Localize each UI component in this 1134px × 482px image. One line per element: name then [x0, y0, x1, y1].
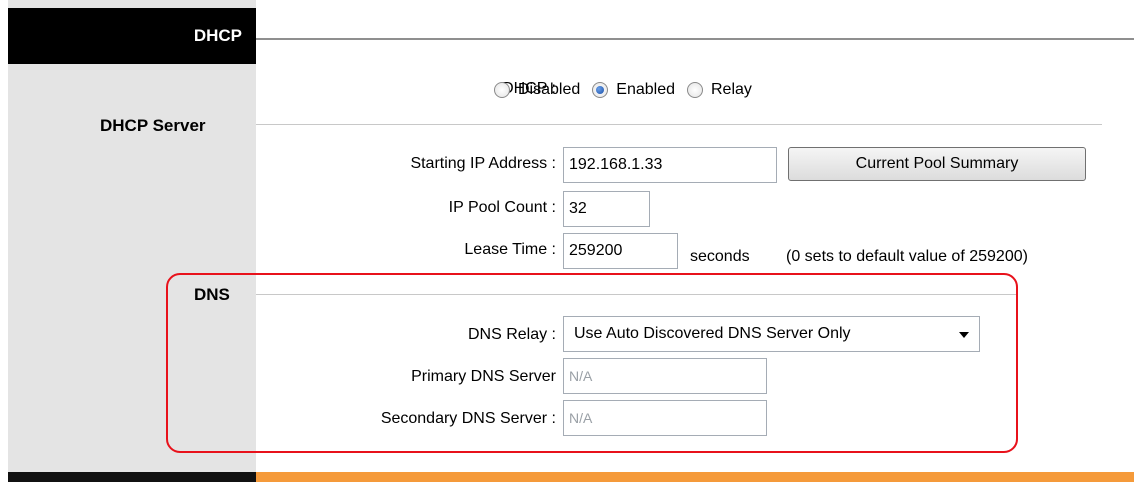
footer-accent-bar	[256, 472, 1134, 482]
dhcp-relay-label[interactable]: Relay	[711, 81, 752, 99]
footer-left-bar	[8, 472, 256, 482]
dhcp-enabled-label[interactable]: Enabled	[616, 81, 675, 99]
dhcp-server-title: DHCP Server	[100, 116, 206, 135]
section-header-title: DHCP	[193, 26, 242, 45]
dns-highlight-box	[166, 273, 1018, 453]
section-header-bar: DHCP	[8, 8, 256, 64]
dhcp-mode-radio-group: Disabled Enabled Relay	[482, 76, 752, 104]
dhcp-enabled-radio[interactable]	[592, 82, 609, 98]
lease-time-input[interactable]: 259200	[563, 233, 678, 269]
lease-time-label: Lease Time :	[464, 241, 556, 258]
lease-time-unit: seconds	[690, 248, 750, 265]
ip-pool-count-input[interactable]: 32	[563, 191, 650, 227]
header-divider	[256, 38, 1134, 40]
dhcp-server-divider	[256, 124, 1102, 125]
dhcp-disabled-radio[interactable]	[494, 82, 510, 98]
current-pool-summary-button[interactable]: Current Pool Summary	[788, 147, 1086, 181]
dhcp-relay-radio[interactable]	[686, 82, 703, 98]
lease-time-note: (0 sets to default value of 259200)	[786, 248, 1028, 265]
dhcp-disabled-label[interactable]: Disabled	[518, 81, 580, 99]
starting-ip-input[interactable]: 192.168.1.33	[563, 147, 777, 183]
starting-ip-label: Starting IP Address :	[410, 155, 556, 172]
ip-pool-count-label: IP Pool Count :	[448, 199, 556, 216]
